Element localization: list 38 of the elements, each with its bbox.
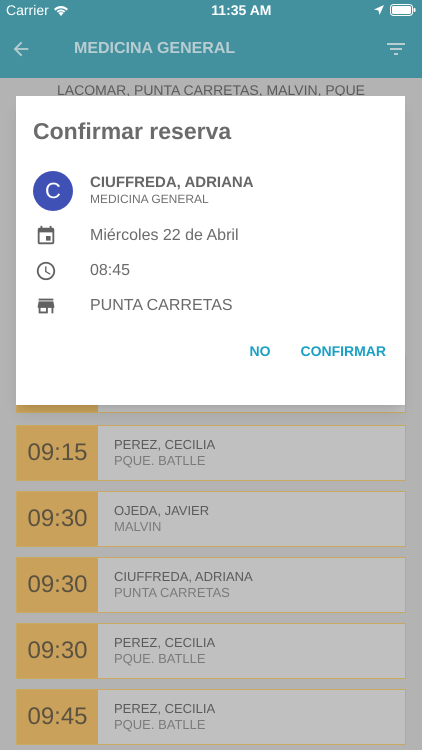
carrier-label: Carrier [6, 0, 49, 20]
doctor-name: PEREZ, CECILIA [114, 701, 216, 717]
clock-time: 11:35 AM [211, 0, 272, 20]
confirm-button[interactable]: CONFIRMAR [300, 340, 386, 362]
clinic-location: PQUE. BATLLE [114, 453, 207, 469]
specialty-label: MEDICINA GENERAL [90, 192, 210, 207]
clinic-location: PQUE. BATLLE [114, 717, 207, 733]
doctor-name: CIUFFREDA, ADRIANA [114, 569, 253, 585]
slot-time: 09:30 [27, 570, 88, 600]
slot-time: 09:30 [27, 636, 88, 666]
slot-time: 09:30 [27, 504, 88, 534]
doctor-name: CIUFFREDA, ADRIANA [90, 174, 254, 192]
clinic-location: MALVIN [114, 519, 162, 535]
location-arrow-icon [374, 5, 384, 15]
doctor-name: PEREZ, CECILIA [114, 437, 216, 453]
appointment-card[interactable]: 09:15 PEREZ, CECILIA PQUE. BATLLE [16, 425, 406, 481]
doctor-name: OJEDA, JAVIER [114, 503, 210, 519]
clock-icon [35, 260, 57, 282]
screen-title: MEDICINA GENERAL [74, 39, 236, 59]
detail-text: 08:45 [90, 261, 130, 281]
calendar-icon [35, 225, 57, 247]
appointment-card[interactable]: 09:45 PEREZ, CECILIA PQUE. BATLLE [16, 689, 406, 745]
appointment-card[interactable]: 09:30 PEREZ, CECILIA PQUE. BATLLE [16, 623, 406, 679]
battery-icon [390, 4, 416, 16]
cancel-button[interactable]: NO [249, 340, 270, 362]
slot-time: 09:45 [27, 702, 88, 732]
clinic-location: PQUE. BATLLE [114, 651, 207, 667]
wifi-icon [52, 4, 69, 16]
filter-summary: LACOMAR, PUNTA CARRETAS, MALVIN, PQUE [56, 82, 366, 98]
appointment-card[interactable]: 09:30 OJEDA, JAVIER MALVIN [16, 491, 406, 547]
avatar: C [33, 170, 73, 210]
detail-text: Miércoles 22 de Abril [90, 226, 239, 246]
doctor-name: PEREZ, CECILIA [114, 635, 216, 651]
slot-time: 09:15 [27, 438, 88, 468]
detail-text: PUNTA CARRETAS [90, 296, 233, 316]
appointment-card[interactable]: 09:30 CIUFFREDA, ADRIANA PUNTA CARRETAS [16, 557, 406, 613]
dialog-title: Confirmar reserva [33, 117, 232, 146]
clinic-location: PUNTA CARRETAS [114, 585, 231, 601]
